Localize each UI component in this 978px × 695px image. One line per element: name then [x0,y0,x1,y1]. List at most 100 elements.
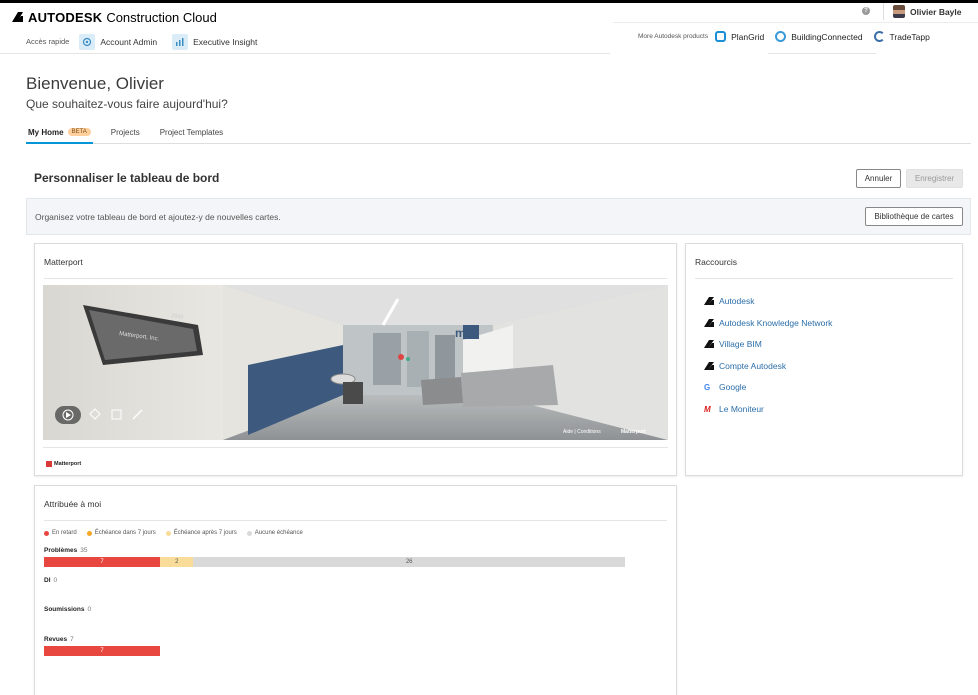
shortcut-google[interactable]: G Google [704,382,746,392]
dashboard-title: Personnaliser le tableau de bord [34,171,220,185]
legend-label: Aucune échéance [254,530,303,536]
bar-segment[interactable]: 7 [44,646,161,656]
products-label: More Autodesk products [638,33,709,40]
other-products-bar: More Autodesk products PlanGrid Building… [613,22,978,50]
product-tradetapp[interactable]: TradeTapp [873,31,930,42]
shortcut-village-bim[interactable]: Village BIM [704,339,762,349]
save-button[interactable]: Enregistrer [906,169,963,188]
autodesk-icon [704,319,714,327]
assigned-row-label[interactable]: Revues 7 [44,636,74,643]
shortcut-autodesk[interactable]: Autodesk [704,296,754,306]
divider [44,278,667,279]
quick-access-label: Accès rapide [26,37,70,46]
card-library-button[interactable]: Bibliothèque de cartes [865,207,963,226]
top-strip [0,0,978,3]
shortcut-autodesk-knowledge-network[interactable]: Autodesk Knowledge Network [704,318,832,328]
shortcuts-card: Raccourcis Autodesk Autodesk Knowledge N… [685,243,963,476]
row-count: 35 [80,547,88,554]
assigned-card: Attribuée à moi En retard Échéance dans 7… [34,485,677,695]
bar-segment[interactable]: 7 [44,557,161,567]
matterport-3d-scene: ma Matterport, Inc. 2840 Aide | Conditio… [43,285,668,440]
legend-label: En retard [52,530,77,536]
autodesk-icon [704,297,714,305]
shortcut-label: Village BIM [719,339,762,349]
row-name: Problèmes [44,547,78,554]
divider [768,53,876,54]
divider [43,447,668,448]
matterport-card: Matterport ma Matterport, Inc. 2840 Aide… [34,243,677,476]
shortcut-label: Le Moniteur [719,404,764,414]
page-title: Bienvenue, Olivier [26,74,164,93]
google-icon: G [704,382,711,392]
avatar [893,5,905,18]
autodesk-logo-icon [12,12,23,22]
bar-segment[interactable]: 26 [193,557,625,567]
tab-label: My Home [28,128,64,137]
cancel-button[interactable]: Annuler [856,169,901,188]
quick-access-item-label: Executive Insight [193,36,258,47]
row-count: 7 [70,636,74,643]
info-text: Organisez votre tableau de bord et ajout… [35,211,281,222]
legend-item: Aucune échéance [246,530,303,536]
matterport-logo-text: Matterport [54,461,82,467]
brand-product: Construction Cloud [106,9,217,25]
tab-label: Projects [110,128,140,137]
shortcut-label: Autodesk Knowledge Network [719,318,833,328]
matterport-viewer[interactable]: ma Matterport, Inc. 2840 Aide | Conditio… [43,285,668,440]
legend-label: Échéance après 7 jours [173,530,237,536]
page-subtitle: Que souhaitez-vous faire aujourd'hui? [26,97,228,111]
gear-icon [79,33,96,50]
legend-dot-icon [165,530,171,536]
quick-access-account-admin[interactable]: Account Admin [79,33,158,50]
product-plangrid[interactable]: PlanGrid [715,31,764,42]
tradetapp-icon [873,31,885,42]
user-menu[interactable]: Olivier Bayle [883,3,978,20]
legend-dot-icon [44,530,49,536]
tab-my-home[interactable]: My Home BETA [26,126,93,144]
assigned-row-label[interactable]: DI 0 [44,577,57,584]
divider [44,520,667,521]
bar-segment[interactable]: 2 [160,557,194,567]
moniteur-icon: M [704,404,711,414]
row-count: 0 [53,577,58,584]
quick-access-executive-insight[interactable]: Executive Insight [172,33,258,50]
shortcut-compte-autodesk[interactable]: Compte Autodesk [704,361,786,371]
product-label: PlanGrid [731,31,765,42]
matterport-logo: Matterport [46,461,81,467]
wall-logo: ma [455,326,473,340]
legend-item: En retard [44,530,77,536]
brand[interactable]: AUTODESK Construction Cloud [12,9,217,25]
legend-dot-icon [86,530,92,536]
tab-bar: My Home BETA Projects Project Templates [26,126,971,144]
legend-item: Échéance après 7 jours [165,530,237,536]
row-name: DI [44,577,51,584]
legend-item: Échéance dans 7 jours [86,530,156,536]
shortcut-label: Google [719,382,747,392]
matterport-logo-icon [46,461,52,467]
row-name: Revues [44,636,68,643]
help-icon[interactable]: ? [862,7,870,15]
tab-project-templates[interactable]: Project Templates [158,126,225,144]
matterport-footer-links[interactable]: Aide | Conditions [563,429,601,435]
buildingconnected-icon [775,31,787,42]
product-label: TradeTapp [889,31,930,42]
product-buildingconnected[interactable]: BuildingConnected [775,31,863,42]
autodesk-icon [704,362,714,370]
divider [695,278,953,279]
tab-projects[interactable]: Projects [109,126,142,144]
info-bar: Organisez votre tableau de bord et ajout… [26,198,971,235]
row-count: 0 [87,606,92,613]
shortcut-label: Autodesk [719,296,755,306]
autodesk-icon [704,340,714,348]
user-name: Olivier Bayle [910,6,962,17]
shortcut-le-moniteur[interactable]: M Le Moniteur [704,404,764,414]
quick-access-item-label: Account Admin [100,36,158,47]
product-label: BuildingConnected [791,31,863,42]
shortcut-label: Compte Autodesk [719,361,787,371]
tab-label: Project Templates [159,128,224,137]
quick-access-bar: Accès rapide Account Admin Executive Ins… [0,30,610,54]
row-name: Soumissions [44,606,85,613]
assigned-row-label[interactable]: Problèmes 35 [44,547,87,554]
legend-dot-icon [246,530,252,536]
assigned-row-label[interactable]: Soumissions 0 [44,606,91,613]
